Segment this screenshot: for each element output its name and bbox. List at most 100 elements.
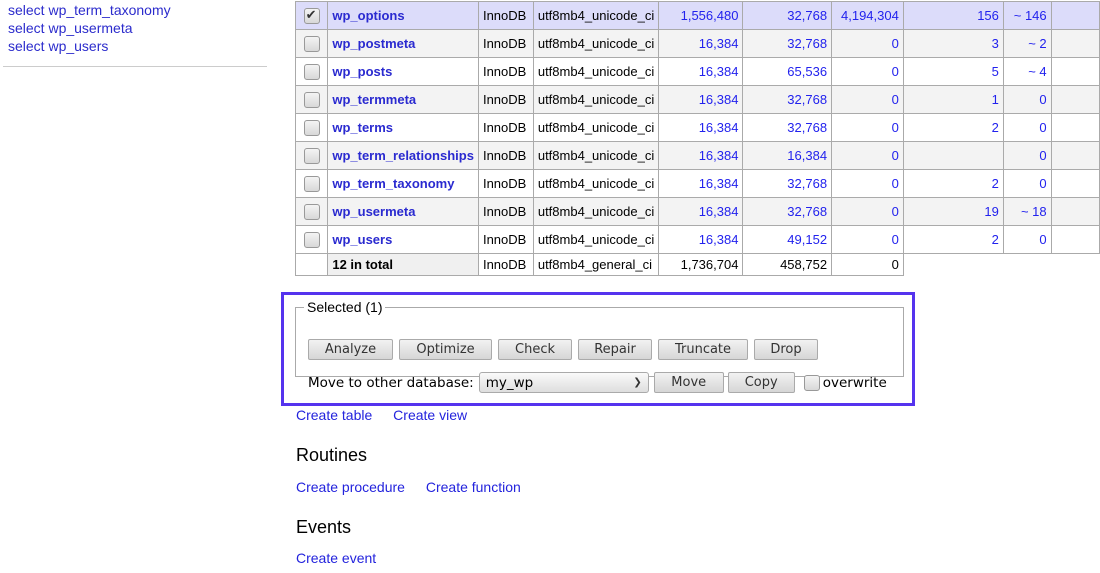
collation-cell: utf8mb4_unicode_ci [532,113,660,142]
index-size-cell[interactable]: 32,768 [742,29,833,58]
row-checkbox[interactable] [303,175,320,192]
collation-cell: utf8mb4_unicode_ci [532,197,660,226]
index-size-cell[interactable]: 32,768 [742,197,833,226]
table-name-link[interactable]: wp_terms [332,120,393,135]
table-name-link[interactable]: wp_usermeta [332,204,415,219]
rows-cell[interactable]: 2 [902,169,1004,198]
drop-button[interactable]: Drop [754,339,818,360]
free-size-cell[interactable]: 0 [831,57,904,86]
rows-cell[interactable]: 19 [902,197,1004,226]
row-checkbox[interactable] [303,35,320,52]
extra-cell [1050,141,1100,170]
sidebar-link-select-wp-users[interactable]: select wp_users [8,38,108,54]
free-size-cell[interactable]: 0 [831,197,904,226]
free-size-cell[interactable]: 0 [831,85,904,114]
overhead-cell[interactable]: 0 [1002,169,1052,198]
rows-cell[interactable]: 2 [902,225,1004,254]
copy-button[interactable]: Copy [727,372,795,393]
rows-cell[interactable] [902,141,1004,170]
row-checkbox[interactable] [303,231,320,248]
overwrite-checkbox[interactable] [803,374,820,391]
index-size-cell[interactable]: 32,768 [742,113,833,142]
rows-cell[interactable]: 2 [902,113,1004,142]
free-size-cell[interactable]: 0 [831,225,904,254]
data-size-cell[interactable]: 16,384 [658,29,744,58]
check-button[interactable]: Check [498,339,572,360]
row-checkbox[interactable] [303,91,320,108]
data-size-cell[interactable]: 16,384 [658,141,744,170]
data-size-cell[interactable]: 16,384 [658,85,744,114]
row-checkbox[interactable] [303,119,320,136]
row-checkbox[interactable] [303,147,320,164]
analyze-button[interactable]: Analyze [308,339,393,360]
bulk-actions: Analyze Optimize Check Repair Truncate D… [308,339,818,360]
table-name-cell: wp_posts [327,57,479,86]
table-row: wp_postmeta InnoDB utf8mb4_unicode_ci 16,38… [294,29,1100,58]
total-blank-cell [294,253,329,276]
index-size-cell[interactable]: 16,384 [742,141,833,170]
overhead-cell[interactable]: 0 [1002,225,1052,254]
free-size-cell[interactable]: 0 [831,113,904,142]
table-name-link[interactable]: wp_posts [332,64,392,79]
index-size-cell[interactable]: 65,536 [742,57,833,86]
overhead-cell[interactable]: ~ 4 [1002,57,1052,86]
table-name-cell: wp_options [327,1,479,30]
chevron-down-icon: ❯ [633,377,642,388]
row-checkbox[interactable] [303,7,320,24]
table-name-link[interactable]: wp_postmeta [332,36,415,51]
table-name-link[interactable]: wp_term_taxonomy [332,176,454,191]
table-name-link[interactable]: wp_options [332,8,404,23]
free-size-cell[interactable]: 0 [831,169,904,198]
index-size-cell[interactable]: 32,768 [742,169,833,198]
table-row: wp_termmeta InnoDB utf8mb4_unicode_ci 16,38… [294,85,1100,114]
collation-cell: utf8mb4_unicode_ci [532,29,660,58]
rows-cell[interactable]: 1 [902,85,1004,114]
data-size-cell[interactable]: 16,384 [658,57,744,86]
free-size-cell[interactable]: 0 [831,141,904,170]
extra-cell [1050,225,1100,254]
collation-cell: utf8mb4_unicode_ci [532,85,660,114]
create-view-link[interactable]: Create view [393,407,467,423]
row-checkbox[interactable] [303,203,320,220]
table-name-link[interactable]: wp_users [332,232,392,247]
overhead-cell[interactable]: 0 [1002,113,1052,142]
data-size-cell[interactable]: 16,384 [658,225,744,254]
free-size-cell[interactable]: 0 [831,29,904,58]
data-size-cell[interactable]: 16,384 [658,169,744,198]
engine-cell: InnoDB [477,197,534,226]
rows-cell[interactable]: 156 [902,1,1004,30]
sidebar-link-select-wp-term-taxonomy[interactable]: select wp_term_taxonomy [8,2,171,18]
extra-cell [1050,113,1100,142]
truncate-button[interactable]: Truncate [658,339,748,360]
rows-cell[interactable]: 3 [902,29,1004,58]
table-name-link[interactable]: wp_term_relationships [332,148,474,163]
index-size-cell[interactable]: 32,768 [742,1,833,30]
move-button[interactable]: Move [653,372,724,393]
database-select[interactable]: my_wp ❯ [478,372,649,393]
overhead-cell[interactable]: ~ 18 [1002,197,1052,226]
overhead-cell[interactable]: 0 [1002,85,1052,114]
extra-cell [1050,169,1100,198]
index-size-cell[interactable]: 49,152 [742,225,833,254]
data-size-cell[interactable]: 16,384 [658,113,744,142]
create-table-link[interactable]: Create table [296,407,372,423]
create-event-link[interactable]: Create event [296,550,376,566]
move-row: Move to other database: my_wp ❯ Move Cop… [308,372,887,393]
data-size-cell[interactable]: 16,384 [658,197,744,226]
create-function-link[interactable]: Create function [426,479,521,495]
table-name-link[interactable]: wp_termmeta [332,92,416,107]
row-checkbox[interactable] [303,63,320,80]
data-size-cell[interactable]: 1,556,480 [658,1,744,30]
index-size-cell[interactable]: 32,768 [742,85,833,114]
overhead-cell[interactable]: ~ 2 [1002,29,1052,58]
sidebar-link-select-wp-usermeta[interactable]: select wp_usermeta [8,20,133,36]
create-procedure-link[interactable]: Create procedure [296,479,405,495]
rows-cell[interactable]: 5 [902,57,1004,86]
repair-button[interactable]: Repair [578,339,652,360]
free-size-cell[interactable]: 4,194,304 [831,1,904,30]
table-create-links: Create table Create view [296,407,484,423]
overwrite-option[interactable]: overwrite [803,374,887,391]
optimize-button[interactable]: Optimize [399,339,492,360]
overhead-cell[interactable]: 0 [1002,141,1052,170]
overhead-cell[interactable]: ~ 146 [1002,1,1052,30]
